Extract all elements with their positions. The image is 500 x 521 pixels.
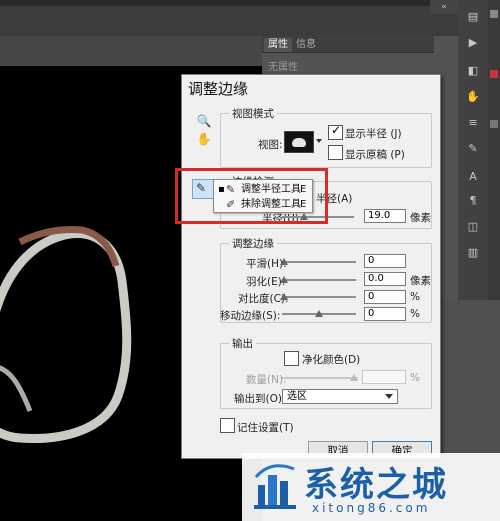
view-thumb-image — [292, 138, 306, 147]
watermark: 系统之城 xitong86.com — [242, 453, 500, 521]
amount-label: 数量(N): — [246, 374, 287, 386]
refine-edge-dialog: 调整边缘 🔍 ✋ 视图模式 视图: ✓ 显示半径 (J) 显示原稿 (P) 边缘… — [181, 74, 441, 459]
output-to-value: 选区 — [287, 391, 307, 402]
show-radius-label: 显示半径 (J) — [345, 128, 402, 140]
document-tab-strip — [0, 0, 430, 6]
watermark-url: xitong86.com — [312, 501, 431, 515]
radius-unit: 像素 — [410, 212, 431, 224]
radius-input[interactable]: 19.0 — [364, 209, 406, 223]
smooth-input[interactable]: 0 — [364, 254, 406, 268]
right-panel-strip — [488, 0, 500, 300]
history-icon[interactable]: ▤ — [465, 10, 481, 24]
amount-slider — [282, 373, 358, 383]
swatch-icon[interactable] — [490, 10, 498, 18]
view-mode-thumbnail[interactable] — [284, 131, 314, 153]
smooth-thumb[interactable] — [280, 258, 288, 265]
amount-input — [362, 370, 406, 384]
contrast-track — [282, 296, 356, 298]
contrast-slider[interactable] — [280, 292, 356, 302]
shift-edge-thumb[interactable] — [315, 310, 323, 317]
color-icon[interactable] — [490, 70, 498, 78]
feather-unit: 像素 — [410, 275, 431, 287]
output-to-label: 输出到(O): — [234, 393, 286, 405]
contrast-input[interactable]: 0 — [364, 290, 406, 304]
view-dropdown-arrow-icon[interactable] — [316, 139, 322, 143]
sliders-icon[interactable]: ≡ — [465, 116, 481, 130]
shift-edge-label: 移动边缘(S): — [220, 310, 281, 322]
dialog-title: 调整边缘 — [188, 80, 249, 98]
brush-presets-icon[interactable]: ◫ — [465, 220, 481, 234]
watermark-title: 系统之城 — [304, 465, 448, 505]
hand-tool-icon[interactable]: ✋ — [196, 131, 212, 147]
feather-slider[interactable] — [280, 275, 356, 285]
amount-track — [282, 377, 358, 379]
annotation-highlight-box — [175, 168, 328, 224]
contrast-thumb[interactable] — [280, 293, 288, 300]
smooth-slider[interactable] — [280, 257, 356, 267]
styles-icon[interactable] — [490, 120, 498, 128]
city-logo-icon — [254, 464, 296, 509]
chevron-down-icon — [385, 394, 393, 399]
decontaminate-label: 净化颜色(D) — [302, 354, 361, 366]
checkmark-icon: ✓ — [330, 123, 342, 137]
amount-thumb — [350, 374, 358, 381]
contrast-unit: % — [410, 291, 420, 303]
feather-track — [282, 279, 356, 281]
feather-input[interactable]: 0.0 — [364, 272, 406, 286]
shift-edge-slider[interactable] — [282, 309, 356, 319]
adjust-edge-label: 调整边缘 — [229, 236, 277, 251]
zoom-tool-icon[interactable]: 🔍 — [196, 113, 212, 129]
output-to-select[interactable]: 选区 — [282, 389, 398, 404]
remember-settings-checkbox[interactable] — [220, 418, 235, 433]
shift-edge-input[interactable]: 0 — [364, 307, 406, 321]
feather-thumb[interactable] — [280, 276, 288, 283]
paragraph-icon[interactable]: ¶ — [465, 194, 481, 208]
show-original-checkbox[interactable] — [328, 145, 343, 160]
clone-source-icon[interactable]: ▥ — [465, 246, 481, 260]
layers-icon[interactable]: ◧ — [465, 64, 481, 78]
decontaminate-checkbox[interactable] — [284, 351, 299, 366]
smooth-track — [282, 261, 356, 263]
amount-unit: % — [410, 372, 420, 384]
side-icon-dock: ▤ ▶ ◧ ✋ ≡ ✎ A ¶ ◫ ▥ — [458, 0, 488, 300]
workspace-top-bar: « — [0, 0, 500, 36]
panel-collapse-button[interactable]: « — [430, 0, 458, 14]
tab-properties[interactable]: 属性 — [264, 38, 292, 52]
remember-settings-label: 记住设置(T) — [237, 422, 294, 434]
panel-empty-text: 无属性 — [268, 62, 298, 73]
view-label: 视图: — [258, 139, 283, 151]
show-radius-checkbox[interactable]: ✓ — [328, 123, 343, 140]
adjust-icon[interactable]: ✋ — [465, 90, 481, 104]
character-icon[interactable]: A — [465, 170, 481, 184]
path-icon[interactable]: ✎ — [465, 142, 481, 156]
tab-info[interactable]: 信息 — [292, 38, 320, 52]
view-mode-label: 视图模式 — [229, 106, 277, 121]
workspace-gap — [0, 36, 262, 66]
show-original-label: 显示原稿 (P) — [345, 149, 405, 161]
actions-icon[interactable]: ▶ — [465, 36, 481, 50]
panel-tab-bar: 属性 信息 — [262, 36, 434, 53]
output-label: 输出 — [229, 336, 256, 351]
shift-edge-unit: % — [410, 308, 420, 320]
